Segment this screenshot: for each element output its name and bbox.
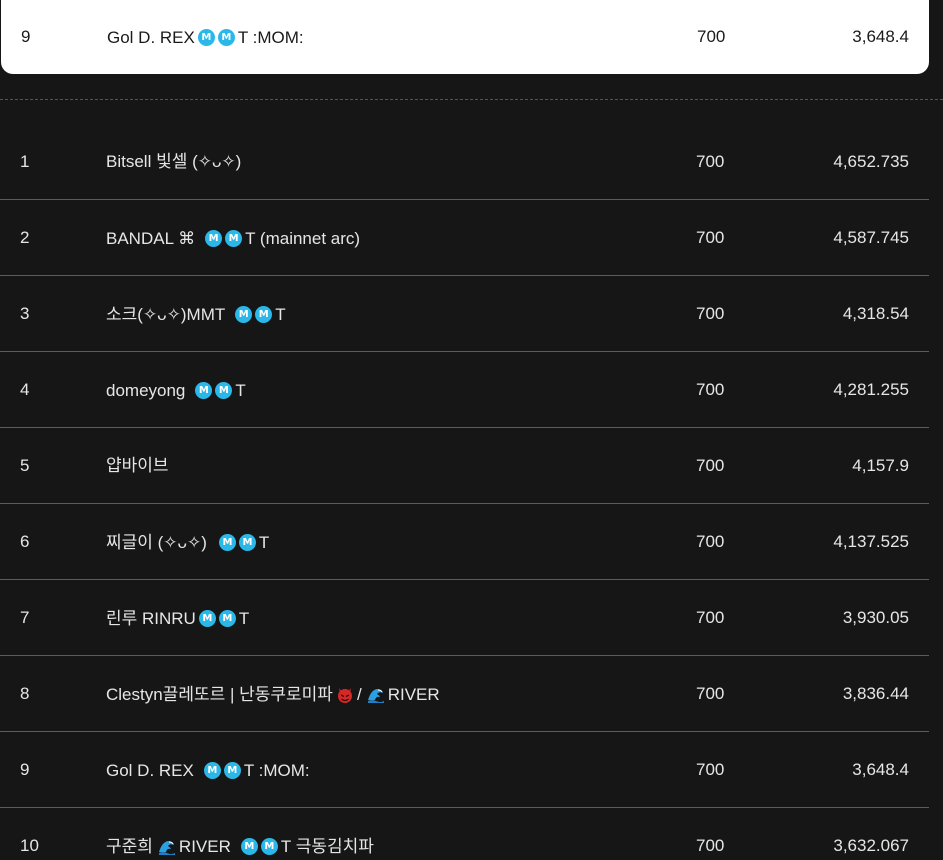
level: 700 [696,152,725,171]
m-badge-icon: M [255,306,273,324]
score: 3,930.05 [842,608,909,627]
user-name: BANDAL ⌘ M M T (mainnet arc) [106,200,360,276]
m-badge-icon: M [203,762,221,780]
m-badge-icon: M [205,230,223,248]
level: 700 [697,27,726,46]
score: 4,652.735 [833,152,909,171]
m-badge-icon: M [260,838,278,856]
m-badge-icon: M [235,306,253,324]
m-badge-icon: M [215,382,233,400]
name-text: 찌글이 (✧ᴗ✧) [106,532,207,552]
name-text: 구준희 [106,836,153,856]
m-badge-icon: M [218,610,236,628]
wave-icon [158,840,175,855]
rank: 2 [20,228,30,247]
name-text: Clestyn끌레또르 | 난동쿠로미파 [106,684,333,704]
rank: 7 [20,608,30,627]
devil-icon [337,687,352,703]
level: 700 [696,684,725,703]
m-badge-icon: M [223,762,241,780]
name-text: T :MOM: [237,27,304,47]
table-row[interactable]: 7 린루 RINRU M M T 700 3,930.05 [0,580,929,656]
score: 4,157.9 [852,456,909,475]
user-name: Gol D. REX M M T :MOM: [107,0,304,74]
table-row[interactable]: 2 BANDAL ⌘ M M T (mainnet arc) 700 4,587… [0,200,929,276]
m-badge-icon: M [238,534,256,552]
m-badge-icon: M [197,29,215,47]
table-row[interactable]: 9 Gol D. REX M M T :MOM: 700 3,648.4 [0,732,929,808]
name-text: T [258,532,270,552]
level: 700 [696,532,725,551]
user-name: Clestyn끌레또르 | 난동쿠로미파 / RIVER [106,656,440,732]
user-name: 얍바이브 [106,456,169,475]
level: 700 [696,456,725,475]
name-text: RIVER [387,684,440,704]
name-text: T 극동김치파 [280,836,374,856]
score: 3,632.067 [833,836,909,855]
user-name: 린루 RINRU M M T [106,580,249,656]
user-name: domeyong M M T [106,352,246,428]
name-text: T :MOM: [243,760,310,780]
user-name: Gol D. REX M M T :MOM: [106,732,310,808]
m-badge-icon: M [195,382,213,400]
dashed-divider [0,99,943,100]
table-row[interactable]: 1 Bitsell 빛셀 (✧ᴗ✧) 700 4,652.735 [0,124,929,200]
table-row[interactable]: 8 Clestyn끌레또르 | 난동쿠로미파 / RIVER 700 3,836… [0,656,929,732]
name-text: T [238,608,250,628]
user-name: 찌글이 (✧ᴗ✧) M M T [106,504,269,580]
m-badge-icon: M [225,230,243,248]
score: 4,318.54 [842,304,909,323]
name-text: 린루 RINRU [106,608,196,628]
name-text: T [235,380,246,400]
score: 3,836.44 [842,684,909,703]
rank: 10 [20,836,39,855]
user-name: 소크(✧ᴗ✧)MMT M M T [106,276,286,352]
m-badge-icon: M [198,610,216,628]
score: 4,281.255 [833,380,909,399]
m-badge-icon: M [218,534,236,552]
name-text: BANDAL ⌘ [106,228,196,248]
name-text: / [356,684,362,704]
name-text: Gol D. REX [106,760,194,780]
level: 700 [696,380,725,399]
rank: 5 [20,456,30,475]
name-text: 소크(✧ᴗ✧)MMT [106,304,226,324]
rank: 6 [20,532,30,551]
leaderboard-list: 1 Bitsell 빛셀 (✧ᴗ✧) 700 4,652.735 2 BANDA… [0,124,929,860]
rank: 1 [20,152,30,171]
level: 700 [696,304,725,323]
level: 700 [696,836,725,855]
score: 3,648.4 [852,27,909,46]
table-row[interactable]: 5 얍바이브 700 4,157.9 [0,428,929,504]
leaderboard-page: 9 Gol D. REX M M T :MOM: 700 3,648.4 1 B… [0,0,943,860]
rank: 4 [20,380,30,399]
rank: 9 [21,27,31,46]
level: 700 [696,608,725,627]
score: 4,137.525 [833,532,909,551]
rank: 8 [20,684,30,703]
rank: 9 [20,760,30,779]
score: 4,587.745 [833,228,909,247]
rank: 3 [20,304,30,323]
name-text: Gol D. REX [107,27,195,47]
user-name: Bitsell 빛셀 (✧ᴗ✧) [106,152,242,171]
score: 3,648.4 [852,760,909,779]
level: 700 [696,228,725,247]
name-text: T (mainnet arc) [245,228,361,248]
m-badge-icon: M [240,838,258,856]
level: 700 [696,760,725,779]
name-text: domeyong [106,380,186,400]
current-user-row[interactable]: 9 Gol D. REX M M T :MOM: 700 3,648.4 [1,0,929,74]
table-row[interactable]: 6 찌글이 (✧ᴗ✧) M M T 700 4,137.525 [0,504,929,580]
m-badge-icon: M [217,29,235,47]
name-text: RIVER [178,836,231,856]
wave-icon [367,688,384,703]
table-row[interactable]: 10 구준희 RIVER M M T 극동김치파 700 3,632.067 [0,808,929,860]
user-name: 구준희 RIVER M M T 극동김치파 [106,808,374,860]
table-row[interactable]: 4 domeyong M M T 700 4,281.255 [0,352,929,428]
table-row[interactable]: 3 소크(✧ᴗ✧)MMT M M T 700 4,318.54 [0,276,929,352]
name-text: T [275,304,286,324]
